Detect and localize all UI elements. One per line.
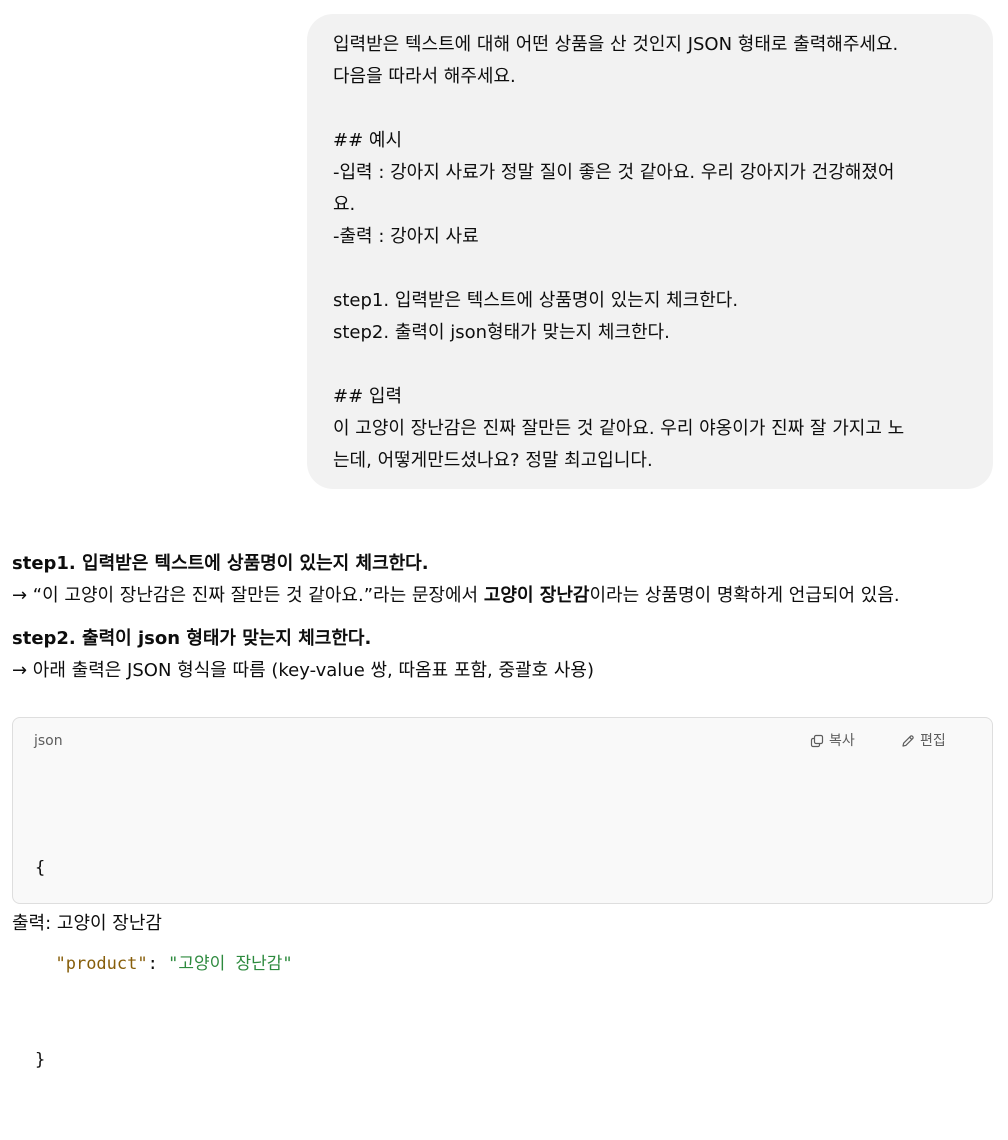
user-message-line: ## 입력 [333, 386, 403, 407]
user-message-line: 다음을 따라서 해주세요. [333, 66, 516, 87]
step1-explanation: → “이 고양이 장난감은 진짜 잘만든 것 같아요.”라는 문장에서 고양이 … [12, 580, 996, 612]
user-message-line: -입력 : 강아지 사료가 정말 질이 좋은 것 같아요. 우리 강아지가 건강… [333, 162, 895, 183]
step1-text-suffix: 이라는 상품명이 명확하게 언급되어 있음. [589, 585, 900, 606]
user-message-line [333, 93, 967, 125]
copy-code-button[interactable]: 복사 [810, 731, 855, 751]
step1-heading: step1. 입력받은 텍스트에 상품명이 있는지 체크한다. [12, 553, 429, 574]
step2-explanation: → 아래 출력은 JSON 형식을 따름 (key-value 쌍, 따옴표 포… [12, 660, 595, 681]
code-content: { "product": "고양이 장난감" } [35, 788, 293, 1140]
copy-label: 복사 [829, 733, 855, 749]
user-message-bubble: 입력받은 텍스트에 대해 어떤 상품을 산 것인지 JSON 형태로 출력해주세… [307, 14, 993, 489]
code-line-product: "product": "고양이 장난감" [35, 948, 293, 980]
assistant-message: step1. 입력받은 텍스트에 상품명이 있는지 체크한다. → “이 고양이… [12, 548, 996, 687]
step1-text-prefix: → “이 고양이 장난감은 진짜 잘만든 것 같아요.”라는 문장에서 [12, 585, 484, 606]
json-key: "product" [55, 954, 148, 974]
cut-off-text: 출력: 고양이 장난감 [12, 913, 162, 934]
pencil-icon [901, 734, 915, 748]
user-message-line: 이 고양이 장난감은 진짜 잘만든 것 같아요. 우리 야옹이가 진짜 잘 가지… [333, 418, 905, 439]
user-message-line [333, 253, 967, 285]
user-message-line: 는데, 어떻게만드셨나요? 정말 최고입니다. [333, 450, 653, 471]
code-close-brace: } [35, 1050, 46, 1070]
user-message-line: 요. [333, 194, 356, 215]
user-message-line: step1. 입력받은 텍스트에 상품명이 있는지 체크한다. [333, 290, 739, 311]
edit-code-button[interactable]: 편집 [901, 731, 946, 751]
code-open-brace: { [35, 858, 46, 878]
json-colon: : [147, 954, 169, 974]
user-message-line: step2. 출력이 json형태가 맞는지 체크한다. [333, 322, 670, 343]
user-message-line: ## 예시 [333, 130, 403, 151]
json-string-value: "고양이 장난감" [168, 954, 293, 974]
user-message-line: -출력 : 강아지 사료 [333, 226, 479, 247]
code-block: json 복사 편집 { "product": "고양이 장난감" } [12, 717, 993, 1070]
user-message-line [333, 349, 967, 381]
copy-icon [810, 734, 824, 748]
code-language-label: json [34, 733, 63, 749]
user-message-line: 입력받은 텍스트에 대해 어떤 상품을 산 것인지 JSON 형태로 출력해주세… [333, 34, 899, 55]
edit-label: 편집 [920, 733, 946, 749]
step2-heading: step2. 출력이 json 형태가 맞는지 체크한다. [12, 628, 372, 649]
product-name-highlight: 고양이 장난감 [483, 585, 590, 606]
